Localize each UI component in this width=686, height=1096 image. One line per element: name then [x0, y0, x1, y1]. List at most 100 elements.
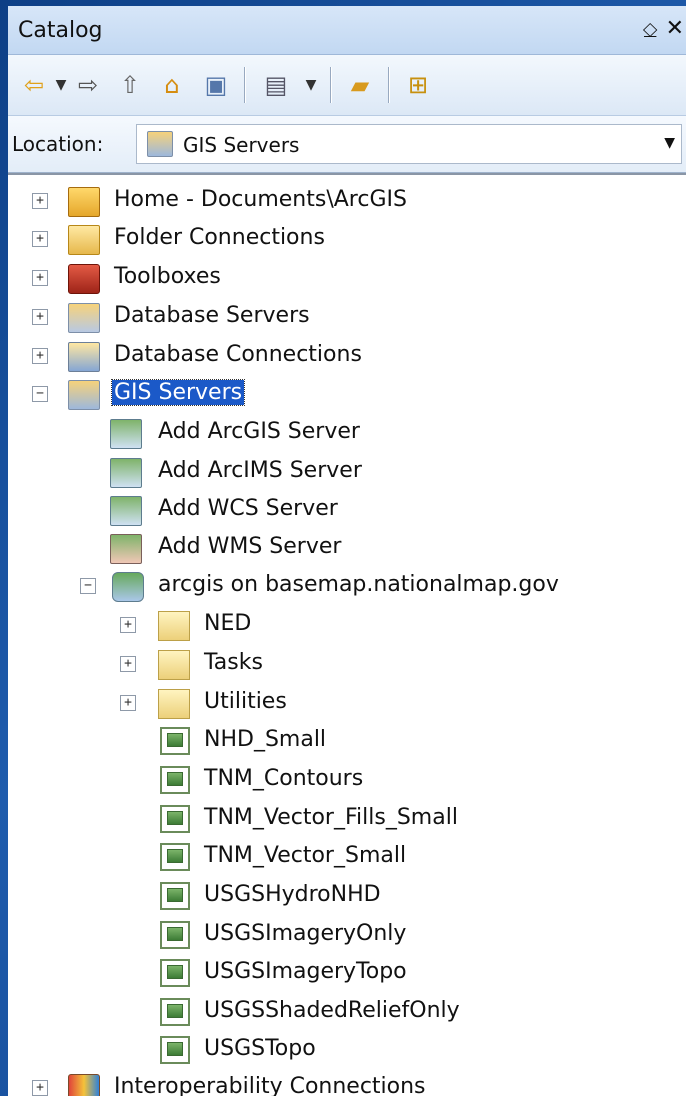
expand-icon[interactable]: +	[32, 193, 48, 209]
tree-item-label: Add ArcGIS Server	[158, 419, 360, 444]
folder-icon	[158, 650, 190, 680]
toolbox-icon	[68, 264, 100, 294]
forward-arrow-icon[interactable]: ⇨	[72, 69, 104, 101]
tree-item-add-wms-server[interactable]: Add WMS Server	[8, 530, 686, 566]
database-server-icon	[68, 303, 100, 333]
views-dropdown-icon[interactable]: ▼	[302, 69, 320, 101]
add-server-icon	[110, 534, 142, 564]
add-server-icon	[110, 496, 142, 526]
tree-item-service[interactable]: NHD_Small	[8, 723, 686, 759]
tree-item-service[interactable]: TNM_Vector_Small	[8, 839, 686, 875]
tree-item-toolboxes[interactable]: + Toolboxes	[8, 260, 686, 296]
tree-item-label: Tasks	[204, 650, 263, 675]
tree-item-folder[interactable]: + Utilities	[8, 685, 686, 721]
up-one-level-icon[interactable]: ⇧	[114, 69, 146, 101]
expand-icon[interactable]: +	[120, 656, 136, 672]
tree-item-home[interactable]: + Home - Documents\ArcGIS	[8, 183, 686, 219]
tree-item-label: Database Servers	[114, 303, 310, 328]
location-label: Location:	[12, 132, 104, 156]
tree-item-folder[interactable]: + NED	[8, 607, 686, 643]
home-icon[interactable]: ⌂	[156, 69, 188, 101]
expand-icon[interactable]: +	[32, 1080, 48, 1096]
catalog-titlebar[interactable]: Catalog ⎐ ✕	[8, 6, 686, 55]
tree-item-label: NHD_Small	[204, 727, 327, 752]
location-bar: Location: GIS Servers ▼	[8, 116, 686, 173]
tree-item-label: USGSImageryTopo	[204, 959, 407, 984]
folder-icon	[158, 611, 190, 641]
tree-item-label: Add WCS Server	[158, 496, 338, 521]
tree-item-add-arcgis-server[interactable]: Add ArcGIS Server	[8, 415, 686, 451]
back-dropdown-icon[interactable]: ▼	[52, 69, 70, 101]
arcgis-server-icon	[112, 572, 144, 602]
tree-item-label: GIS Servers	[110, 379, 246, 406]
map-service-icon	[160, 921, 190, 949]
map-service-icon	[160, 998, 190, 1026]
tree-item-label: USGSTopo	[204, 1036, 316, 1061]
map-service-icon	[160, 727, 190, 755]
tree-item-label: TNM_Vector_Fills_Small	[204, 805, 458, 830]
expand-icon[interactable]: +	[32, 348, 48, 364]
tree-item-service[interactable]: USGSTopo	[8, 1032, 686, 1068]
map-service-icon	[160, 805, 190, 833]
map-service-icon	[160, 959, 190, 987]
tree-item-label: Database Connections	[114, 342, 362, 367]
tree-item-add-arcims-server[interactable]: Add ArcIMS Server	[8, 454, 686, 490]
tree-item-label: Add WMS Server	[158, 534, 342, 559]
home-folder-icon	[68, 187, 100, 217]
tree-options-icon[interactable]: ⊞	[402, 69, 434, 101]
expand-icon[interactable]: +	[120, 617, 136, 633]
tree-item-service[interactable]: USGSShadedReliefOnly	[8, 994, 686, 1030]
tree-item-label: Toolboxes	[114, 264, 221, 289]
toolbar-separator	[388, 67, 390, 103]
gis-servers-icon	[68, 380, 100, 410]
tree-item-interoperability-connections[interactable]: + Interoperability Connections	[8, 1070, 686, 1096]
expand-icon[interactable]: +	[32, 231, 48, 247]
collapse-icon[interactable]: −	[80, 578, 96, 594]
tree-item-label: TNM_Contours	[204, 766, 364, 791]
toolbar-separator	[244, 67, 246, 103]
tree-item-service[interactable]: USGSImageryTopo	[8, 955, 686, 991]
location-dropdown[interactable]: GIS Servers ▼	[136, 124, 682, 164]
tree-item-service[interactable]: TNM_Contours	[8, 762, 686, 798]
map-service-icon	[160, 882, 190, 910]
expand-icon[interactable]: +	[120, 695, 136, 711]
chevron-down-icon[interactable]: ▼	[664, 135, 675, 151]
tree-item-service[interactable]: TNM_Vector_Fills_Small	[8, 801, 686, 837]
tree-item-gis-servers[interactable]: − GIS Servers	[8, 376, 686, 412]
close-icon[interactable]: ✕	[666, 16, 684, 41]
location-value: GIS Servers	[183, 133, 300, 157]
connect-folder-icon[interactable]: ▰	[344, 69, 376, 101]
tree-item-database-connections[interactable]: + Database Connections	[8, 338, 686, 374]
tree-item-service[interactable]: USGSImageryOnly	[8, 917, 686, 953]
expand-icon[interactable]: +	[32, 309, 48, 325]
tree-item-label: Add ArcIMS Server	[158, 458, 362, 483]
tree-item-label: USGSHydroNHD	[204, 882, 381, 907]
database-connection-icon	[68, 342, 100, 372]
toggle-contents-icon[interactable]: ▣	[200, 69, 232, 101]
pin-icon[interactable]: ⎐	[642, 18, 658, 42]
tree-item-database-servers[interactable]: + Database Servers	[8, 299, 686, 335]
tree-item-arcgis-connection[interactable]: − arcgis on basemap.nationalmap.gov	[8, 568, 686, 604]
tree-item-service[interactable]: USGSHydroNHD	[8, 878, 686, 914]
tree-item-label: Interoperability Connections	[114, 1074, 426, 1096]
folder-connection-icon	[68, 225, 100, 255]
map-service-icon	[160, 766, 190, 794]
back-arrow-icon[interactable]: ⇦	[18, 69, 50, 101]
tree-item-folder[interactable]: + Tasks	[8, 646, 686, 682]
collapse-icon[interactable]: −	[32, 386, 48, 402]
toolbar-separator	[330, 67, 332, 103]
add-server-icon	[110, 458, 142, 488]
folder-icon	[158, 689, 190, 719]
tree-item-folder-connections[interactable]: + Folder Connections	[8, 221, 686, 257]
map-service-icon	[160, 1036, 190, 1064]
expand-icon[interactable]: +	[32, 270, 48, 286]
tree-item-label: Utilities	[204, 689, 287, 714]
tree-item-label: arcgis on basemap.nationalmap.gov	[158, 572, 559, 597]
tree-item-label: NED	[204, 611, 252, 636]
tree-item-add-wcs-server[interactable]: Add WCS Server	[8, 492, 686, 528]
map-service-icon	[160, 843, 190, 871]
views-icon[interactable]: ▤	[260, 69, 292, 101]
add-server-icon	[110, 419, 142, 449]
tree-item-label: USGSImageryOnly	[204, 921, 407, 946]
gis-servers-icon	[147, 131, 173, 157]
